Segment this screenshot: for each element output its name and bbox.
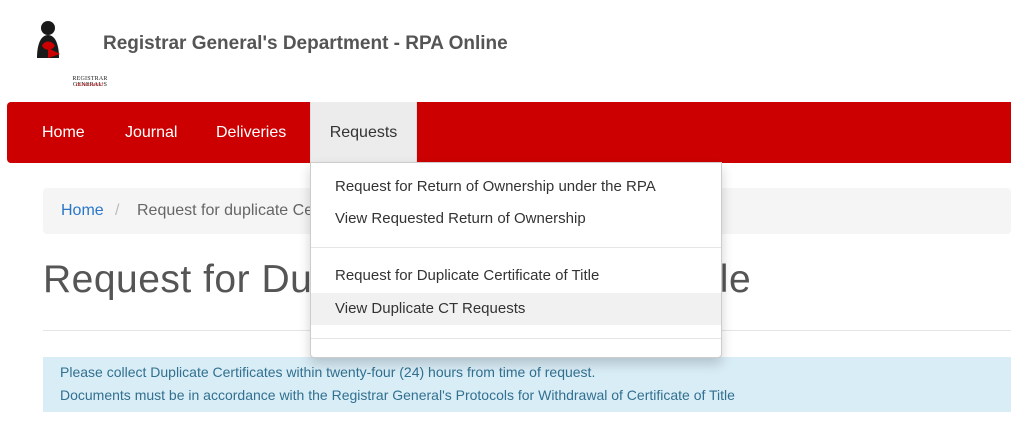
breadcrumb-separator: /	[115, 202, 120, 219]
menu-divider	[311, 338, 721, 339]
rgd-logo[interactable]: REGISTRAR GENERAL'S DEPARTMENT	[30, 20, 107, 88]
menu-item-view-duplicate-ct[interactable]: View Duplicate CT Requests	[311, 293, 721, 325]
logo-subtext: DEPARTMENT	[75, 82, 105, 87]
requests-dropdown-menu: Request for Return of Ownership under th…	[310, 162, 722, 358]
site-header: REGISTRAR GENERAL'S DEPARTMENT Registrar…	[0, 0, 1011, 101]
alert-line-protocols: Documents must be in accordance with the…	[60, 387, 735, 403]
nav-home[interactable]: Home	[42, 102, 85, 163]
nav-deliveries[interactable]: Deliveries	[216, 102, 286, 163]
alert-line-collect: Please collect Duplicate Certificates wi…	[60, 364, 596, 380]
menu-divider	[311, 247, 721, 248]
menu-item-request-duplicate-title[interactable]: Request for Duplicate Certificate of Tit…	[311, 260, 721, 292]
main-navbar: Home Journal Deliveries Requests	[7, 102, 1011, 163]
menu-item-view-return-ownership[interactable]: View Requested Return of Ownership	[311, 203, 721, 235]
breadcrumb-home-link[interactable]: Home	[61, 188, 104, 234]
site-title[interactable]: Registrar General's Department - RPA Onl…	[103, 33, 508, 55]
logo-emblem-icon	[37, 21, 60, 58]
menu-item-request-return-ownership[interactable]: Request for Return of Ownership under th…	[311, 171, 721, 203]
nav-journal[interactable]: Journal	[125, 102, 177, 163]
info-alert: Please collect Duplicate Certificates wi…	[43, 357, 1011, 412]
nav-requests[interactable]: Requests	[310, 102, 417, 163]
